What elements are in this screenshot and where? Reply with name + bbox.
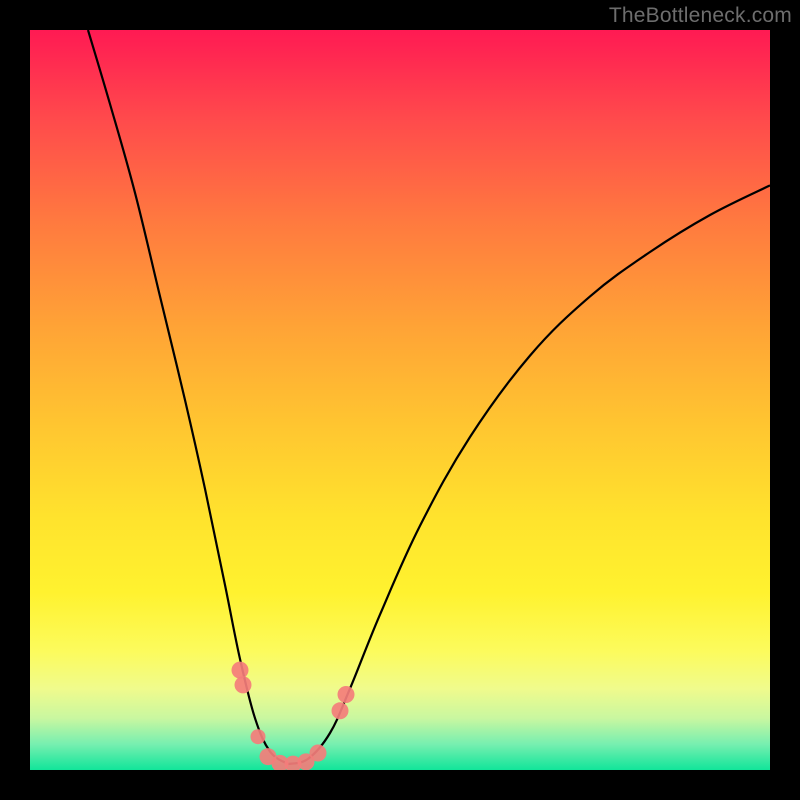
trough-marker bbox=[310, 744, 327, 761]
plot-area bbox=[30, 30, 770, 770]
trough-marker bbox=[232, 662, 249, 679]
watermark-text: TheBottleneck.com bbox=[609, 4, 792, 28]
trough-marker bbox=[338, 686, 355, 703]
trough-markers bbox=[232, 662, 355, 770]
trough-marker bbox=[251, 729, 266, 744]
trough-marker bbox=[332, 702, 349, 719]
marker-layer bbox=[30, 30, 770, 770]
chart-stage: TheBottleneck.com bbox=[0, 0, 800, 800]
trough-marker bbox=[235, 676, 252, 693]
